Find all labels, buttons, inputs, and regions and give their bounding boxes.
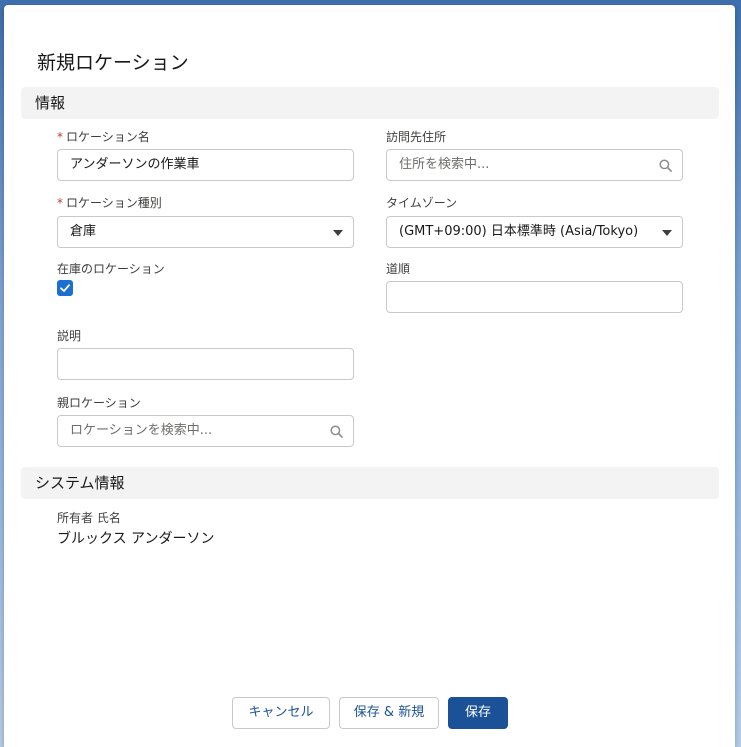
location-name-label: * ロケーション名 [57, 130, 150, 144]
inventory-location-label: 在庫のロケーション [57, 262, 165, 276]
parent-location-placeholder: ロケーションを検索中... [70, 423, 213, 438]
modal-title: 新規ロケーション [37, 52, 189, 74]
description-label: 説明 [57, 329, 82, 343]
inventory-location-checkbox[interactable] [57, 280, 73, 296]
chevron-down-icon [333, 230, 343, 236]
cancel-button[interactable]: キャンセル [232, 697, 330, 729]
location-type-select[interactable]: 倉庫 [57, 216, 354, 248]
new-location-modal: 新規ロケーション 情報 * ロケーション名 アンダーソンの作業車 訪問先住所 住所… [4, 5, 735, 747]
search-icon [330, 425, 343, 438]
visit-address-placeholder: 住所を検索中... [399, 157, 490, 172]
save-and-new-button[interactable]: 保存 & 新規 [339, 697, 439, 729]
timezone-value: (GMT+09:00) 日本標準時 (Asia/Tokyo) [399, 224, 639, 239]
required-marker: * [57, 196, 63, 210]
search-icon [659, 159, 672, 172]
required-marker: * [57, 130, 63, 144]
parent-location-search-input[interactable]: ロケーションを検索中... [57, 415, 354, 447]
save-button[interactable]: 保存 [448, 697, 508, 729]
description-input[interactable] [57, 348, 354, 380]
section-header-system[interactable]: システム情報 [21, 467, 719, 499]
section-header-info[interactable]: 情報 [21, 87, 719, 119]
owner-label: 所有者 氏名 [57, 511, 121, 525]
checkmark-icon [60, 284, 70, 292]
owner-value: ブルックス アンダーソン [57, 531, 215, 547]
timezone-label: タイムゾーン [386, 196, 458, 210]
directions-input[interactable] [386, 281, 683, 313]
location-type-value: 倉庫 [70, 224, 97, 239]
parent-location-label: 親ロケーション [57, 396, 141, 410]
location-type-label: * ロケーション種別 [57, 196, 162, 210]
visit-address-label: 訪問先住所 [386, 130, 447, 144]
directions-label: 道順 [386, 262, 411, 276]
timezone-select[interactable]: (GMT+09:00) 日本標準時 (Asia/Tokyo) [386, 216, 683, 248]
location-name-input[interactable]: アンダーソンの作業車 [57, 149, 354, 181]
chevron-down-icon [662, 230, 672, 236]
visit-address-search-input[interactable]: 住所を検索中... [386, 149, 683, 181]
